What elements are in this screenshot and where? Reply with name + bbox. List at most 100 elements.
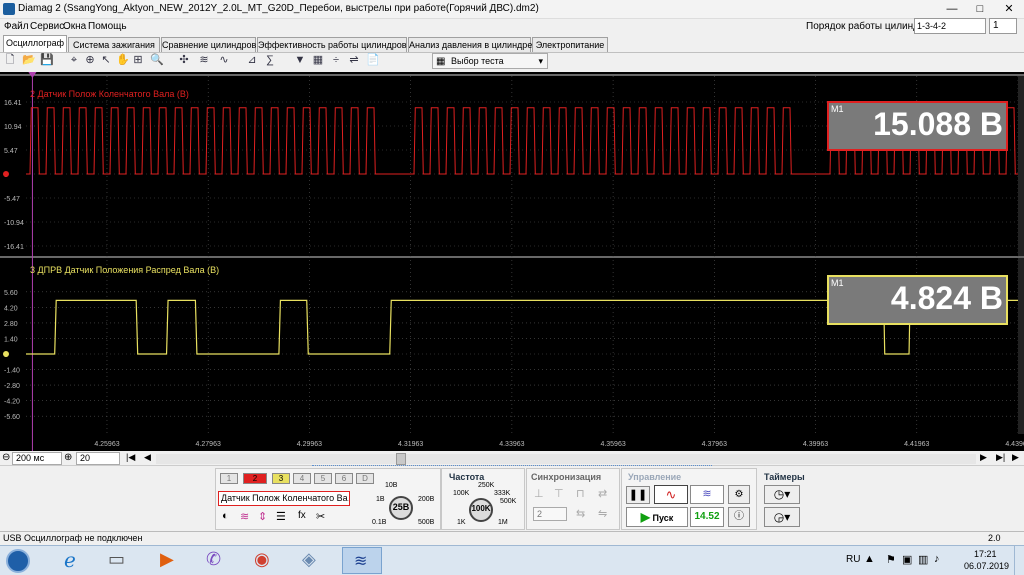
tools-icon[interactable]: ✂ — [316, 510, 325, 523]
sine-mode-button[interactable]: ∿ — [654, 485, 688, 504]
overlay-icon[interactable]: ✣ — [178, 54, 190, 66]
cursor-arrow-icon[interactable]: ↖ — [100, 54, 112, 66]
volts-knob[interactable]: 25В — [390, 502, 412, 512]
math-icon[interactable]: ∑ — [264, 54, 276, 66]
divider-icon[interactable]: ÷ — [330, 54, 342, 66]
viber-icon[interactable]: ✆ — [206, 549, 221, 570]
zoom-region-icon[interactable]: ⊞ — [132, 54, 144, 66]
channel-2-button[interactable]: 2 — [243, 473, 267, 484]
cursor-icon[interactable]: ⌖ — [68, 54, 80, 66]
scroll-first-button[interactable]: |◀ — [126, 452, 135, 463]
updown-icon[interactable]: ⇕ — [258, 510, 267, 523]
pause-button[interactable]: ❚❚ — [626, 486, 650, 504]
folder-icon[interactable]: ▭ — [108, 549, 125, 570]
flag-icon[interactable]: ⚑ — [886, 553, 896, 566]
internet-explorer-icon[interactable]: ℯ — [64, 548, 76, 573]
wave-icon[interactable]: ≋ — [240, 510, 249, 523]
sync-mode-icon[interactable]: ⇋ — [598, 507, 607, 520]
clock-time: 17:21 — [974, 549, 997, 559]
channel3-value: 4.824 В — [890, 280, 1003, 316]
scroll-last-button[interactable]: ▶| — [996, 452, 1005, 463]
probe-icon[interactable]: ◐ — [222, 510, 229, 522]
test-select-dropdown[interactable]: ▦ Выбор теста ▾ — [432, 53, 548, 69]
scroll-end-button[interactable]: ▶ — [1012, 452, 1019, 463]
tab-cylinder-efficiency[interactable]: Эффективность работы цилиндров — [257, 37, 407, 52]
tab-ignition[interactable]: Система зажигания — [68, 37, 160, 52]
diamag-taskbar-button[interactable]: ≋ — [342, 547, 382, 574]
tray-arrow-icon[interactable]: ▲ — [864, 553, 875, 565]
menu-windows[interactable]: Окна — [63, 21, 86, 32]
scroll-thumb[interactable] — [396, 453, 406, 465]
sync-channel-select[interactable]: 2 — [533, 507, 567, 521]
scroll-next-button[interactable]: ▶ — [980, 452, 987, 463]
volume-icon[interactable]: ♪ — [934, 553, 940, 565]
frequency-knob[interactable]: 100K — [468, 504, 494, 513]
table-icon[interactable]: ▦ — [312, 54, 324, 66]
split-icon[interactable]: ⇌ — [348, 54, 360, 66]
count-select[interactable]: 20 — [76, 452, 120, 465]
document-icon[interactable]: 📄 — [366, 54, 380, 66]
lines-icon[interactable]: ☰ — [276, 510, 286, 523]
channel-6-button[interactable]: 6 — [335, 473, 353, 484]
sync-rise-icon[interactable]: ⊥ — [534, 487, 544, 500]
tab-power-supply[interactable]: Электропитание — [532, 37, 608, 52]
maximize-button[interactable]: □ — [966, 0, 994, 18]
channel2-measure-box[interactable]: M1 15.088 В — [827, 101, 1008, 151]
sync-auto-icon[interactable]: ⇄ — [598, 487, 607, 500]
cylinder-order-select[interactable]: 1-3-4-2 — [914, 18, 986, 34]
scroll-prev-button[interactable]: ◀ — [144, 452, 151, 463]
save-icon[interactable]: 💾 — [40, 54, 54, 66]
channel-1-button[interactable]: 1 — [220, 473, 238, 484]
language-indicator[interactable]: RU — [846, 554, 860, 565]
measure-icon[interactable]: ⊿ — [246, 54, 258, 66]
start-button[interactable]: ▶ Пуск — [626, 507, 688, 527]
timer2-button[interactable]: ◶▾ — [764, 507, 800, 527]
start-menu-button[interactable] — [6, 549, 30, 573]
media-player-icon[interactable]: ▶ — [160, 549, 174, 570]
horizontal-scrollbar[interactable] — [156, 454, 976, 464]
freq-scale-label: 500K — [500, 498, 517, 505]
hand-icon[interactable]: ✋ — [116, 54, 130, 66]
app-tray-icon[interactable]: ▣ — [902, 553, 912, 566]
multi-wave-button[interactable]: ≋ — [690, 485, 724, 504]
minimize-button[interactable]: — — [938, 0, 966, 18]
chrome-icon[interactable]: ◉ — [254, 549, 270, 570]
tab-cylinder-compare[interactable]: Сравнение цилиндров — [161, 37, 256, 52]
chevron-down-icon: ▾ — [538, 56, 543, 66]
channel3-measure-box[interactable]: M1 4.824 В — [827, 275, 1008, 325]
spectrum-icon[interactable]: ∿ — [218, 54, 230, 66]
fx-icon[interactable]: fx — [298, 510, 306, 521]
tab-oscilloscope[interactable]: Осциллограф — [3, 35, 67, 52]
glass-app-icon[interactable]: ◈ — [302, 549, 316, 570]
new-file-icon[interactable]: 🗋 — [4, 54, 16, 66]
trigger-icon[interactable]: ⊕ — [84, 54, 96, 66]
tab-pressure-analysis[interactable]: Анализ давления в цилиндре — [408, 37, 532, 52]
x-tick-label: 4.31963 — [398, 441, 423, 448]
menu-file[interactable]: Файл — [4, 21, 29, 32]
filter-icon[interactable]: ▼ — [294, 54, 306, 66]
timer1-button[interactable]: ◷▾ — [764, 485, 800, 504]
channel-5-button[interactable]: 5 — [314, 473, 332, 484]
sync-level-icon[interactable]: ⇆ — [576, 507, 585, 520]
channel-name-select[interactable]: Датчик Полож Коленчатого Ва… — [218, 491, 350, 506]
auto-button[interactable]: ⚙ — [728, 485, 750, 504]
network-icon[interactable]: ▥ — [918, 553, 928, 566]
timebase-select[interactable]: 200 мс — [12, 452, 62, 465]
menu-help[interactable]: Помощь — [88, 21, 127, 32]
version-text: 2.0 — [988, 533, 1001, 543]
show-desktop-button[interactable] — [1014, 546, 1024, 575]
ch2-ytick-label: 10.94 — [4, 124, 22, 131]
info-button[interactable]: ⓘ — [728, 507, 750, 527]
control-label: Управление — [628, 472, 682, 482]
sync-pulse-icon[interactable]: ⊓ — [576, 487, 585, 500]
channel-3-button[interactable]: 3 — [272, 473, 290, 484]
menu-service[interactable]: Сервис — [30, 21, 64, 32]
channel-4-button[interactable]: 4 — [293, 473, 311, 484]
close-button[interactable]: ✕ — [994, 0, 1024, 18]
sync-fall-icon[interactable]: ⊤ — [554, 487, 564, 500]
open-folder-icon[interactable]: 📂 — [22, 54, 36, 66]
waves-icon[interactable]: ≋ — [198, 54, 210, 66]
zoom-icon[interactable]: 🔍 — [150, 54, 164, 66]
cylinder-number-spinner[interactable]: 1 — [989, 18, 1017, 34]
volts-scale-label: 10В — [385, 482, 398, 489]
